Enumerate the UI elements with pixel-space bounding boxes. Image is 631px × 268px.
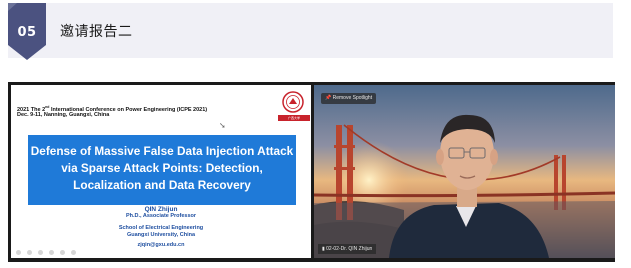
presenter-school: School of Electrical Engineering (118, 224, 204, 231)
university-logo-icon (282, 91, 304, 113)
section-number: 05 (17, 25, 37, 40)
mouse-cursor-icon: ➘ (219, 121, 226, 130)
toolbar-dot-icon[interactable] (49, 250, 54, 255)
section-title: 邀请报告二 (60, 24, 133, 40)
toolbar-dot-icon[interactable] (27, 250, 32, 255)
slide-toolbar (16, 250, 76, 255)
presenter-info: QIN Zhijun Ph.D., Associate Professor Sc… (11, 206, 311, 249)
conference-date-place: Dec. 9-11, Nanning, Guangxi, China (17, 112, 110, 118)
remove-spotlight-label: Remove Spotlight (332, 95, 373, 101)
toolbar-dot-icon[interactable] (71, 250, 76, 255)
university-logo-text: 广西大学 (278, 115, 310, 121)
participant-name: 02-02-Dr. QIN Zhijun (326, 246, 373, 252)
speaker-video: 📌 Remove Spotlight ▮ 02-02-Dr. QIN Zhiju… (314, 85, 615, 258)
slide-title: Defense of Massive False Data Injection … (30, 144, 294, 192)
presenter-name: QIN Zhijun (144, 206, 178, 213)
presenter-university: Guangxi University, China (126, 232, 196, 239)
presentation-slide: 2021 The 2nd International Conference on… (11, 85, 311, 258)
participant-name-tag: ▮ 02-02-Dr. QIN Zhijun (318, 244, 377, 254)
presenter-position: Ph.D., Associate Professor (125, 213, 197, 220)
speaker-figure (389, 114, 549, 258)
signal-icon: ▮ (322, 246, 325, 252)
section-number-badge: 05 (8, 3, 46, 60)
remove-spotlight-button[interactable]: 📌 Remove Spotlight (321, 93, 377, 104)
toolbar-dot-icon[interactable] (38, 250, 43, 255)
presenter-email: zjqin@gxu.edu.cn (137, 241, 185, 248)
toolbar-dot-icon[interactable] (60, 250, 65, 255)
toolbar-dot-icon[interactable] (16, 250, 21, 255)
